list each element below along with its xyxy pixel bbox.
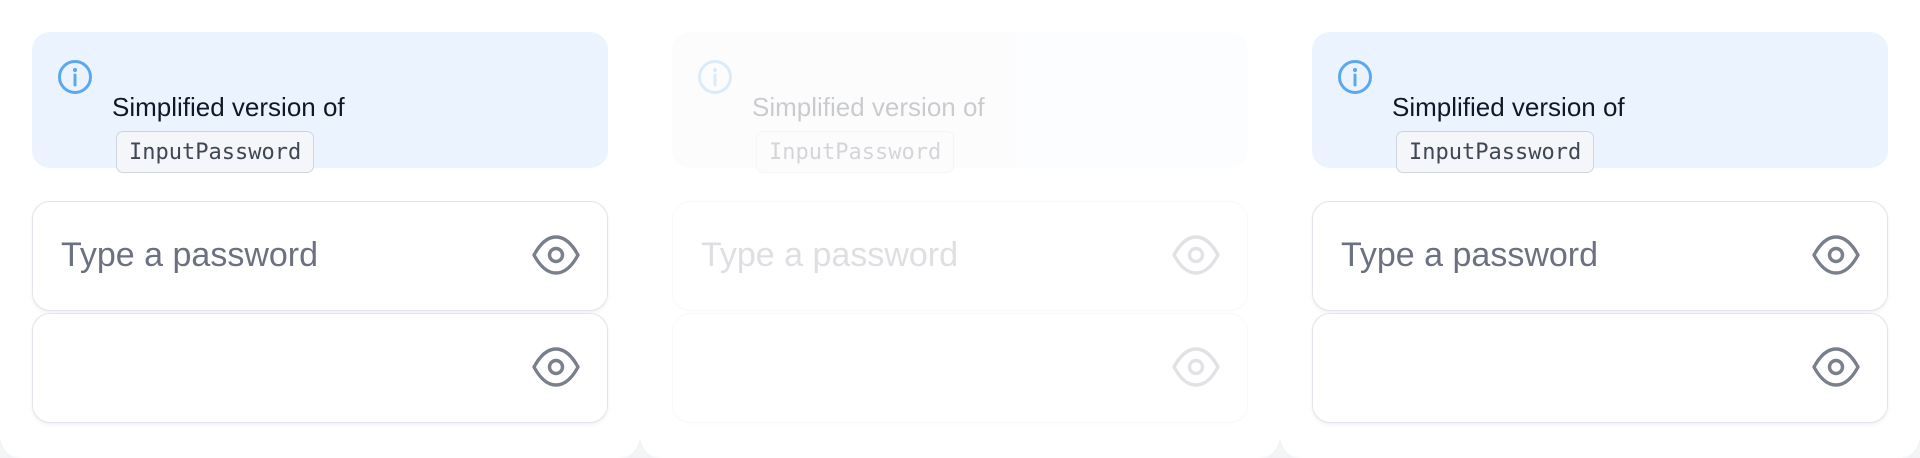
password-panel-1: Simplified version of InputPassword	[0, 0, 640, 458]
password-input[interactable]	[61, 202, 501, 309]
password-input	[701, 202, 1141, 309]
password-field	[1312, 201, 1888, 311]
info-icon	[1336, 58, 1374, 96]
eye-icon[interactable]	[531, 232, 581, 278]
eye-icon	[1171, 344, 1221, 390]
eye-icon[interactable]	[531, 344, 581, 390]
password-input[interactable]	[1341, 202, 1781, 309]
password-field	[1312, 313, 1888, 423]
password-panel-2-disabled: Simplified version of InputPassword	[640, 0, 1280, 458]
code-chip: InputPassword	[1396, 131, 1595, 173]
password-input[interactable]	[61, 314, 501, 421]
code-chip: InputPassword	[756, 131, 955, 173]
eye-icon[interactable]	[1811, 344, 1861, 390]
eye-icon	[1171, 232, 1221, 278]
code-chip: InputPassword	[116, 131, 315, 173]
password-panel-3: Simplified version of InputPassword	[1280, 0, 1920, 458]
info-callout: Simplified version of InputPassword	[672, 32, 1248, 173]
password-input[interactable]	[1341, 314, 1781, 421]
password-field	[32, 313, 608, 423]
password-input	[701, 314, 1141, 421]
eye-icon[interactable]	[1811, 232, 1861, 278]
password-field	[32, 201, 608, 311]
password-field	[672, 201, 1248, 311]
info-callout: Simplified version of InputPassword	[32, 32, 608, 173]
callout-text: Simplified version of	[1392, 92, 1625, 122]
callout-text: Simplified version of	[752, 92, 985, 122]
password-field	[672, 313, 1248, 423]
info-icon	[56, 58, 94, 96]
info-icon	[696, 58, 734, 96]
callout-text: Simplified version of	[112, 92, 345, 122]
info-callout: Simplified version of InputPassword	[1312, 32, 1888, 173]
